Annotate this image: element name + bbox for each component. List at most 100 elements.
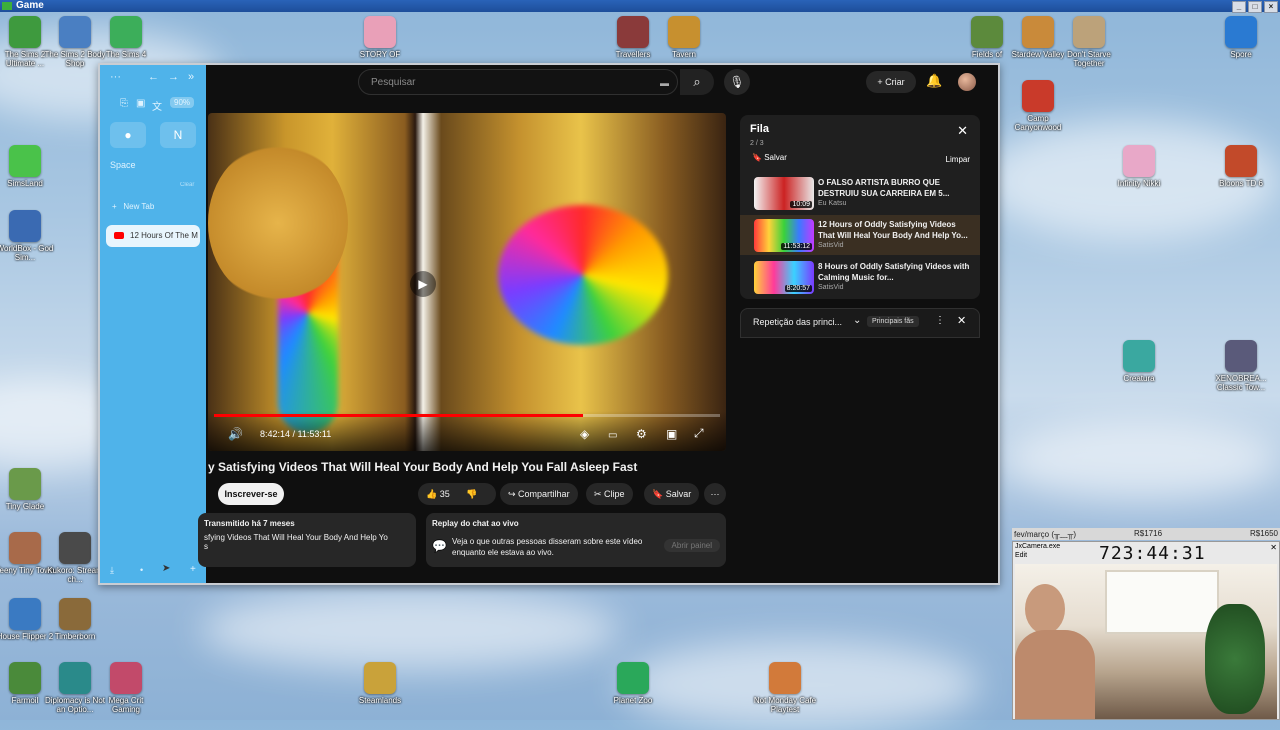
chevron-down-icon[interactable]: ⌄ (853, 315, 861, 326)
top-fans-badge[interactable]: Principais fãs (867, 316, 919, 327)
dot-icon[interactable]: • (140, 565, 143, 575)
forward-icon[interactable]: → (168, 71, 179, 83)
keyboard-icon[interactable]: ▬ (660, 70, 669, 96)
description-box[interactable]: Transmitido há 7 meses sfying Videos Tha… (198, 513, 416, 567)
new-tab-button[interactable]: + New Tab (112, 202, 154, 211)
maximize-icon[interactable]: □ (1248, 1, 1262, 13)
add-icon[interactable]: + (190, 564, 196, 575)
chat-close-icon[interactable]: ✕ (957, 314, 966, 327)
desktop-icon[interactable]: Not Monday Cafe Playtest (753, 662, 817, 714)
queue-item-channel: SatisVid (818, 242, 844, 249)
subscribe-button[interactable]: Inscrever-se (218, 483, 284, 505)
volume-icon[interactable]: 🔊 (228, 427, 243, 441)
link-icon[interactable]: ⎘ (120, 98, 128, 109)
play-icon[interactable]: ▶ (410, 271, 436, 297)
progress-bar[interactable] (214, 414, 720, 417)
close-queue-icon[interactable]: ✕ (957, 123, 968, 139)
clip-button[interactable]: ✂ Clipe (586, 483, 633, 505)
desktop-icon[interactable]: Planet Zoo (601, 662, 665, 705)
clear-tabs-button[interactable]: Clear (180, 182, 194, 188)
desktop-icon[interactable]: Camp Canyonwood (1006, 80, 1070, 132)
search-button[interactable]: ⌕ (680, 69, 714, 95)
back-icon[interactable]: ← (148, 71, 159, 83)
desktop-icon[interactable]: XENOBREA... Classic Tow... (1209, 340, 1273, 392)
desktop-icon[interactable]: Infinity Nikki (1107, 145, 1171, 188)
translate-icon[interactable]: 文 (152, 98, 162, 113)
video-player[interactable]: ▶ 🔊 8:42:14 / 11:53:11 ◈ ▭ ⚙ ▣ ⤢ (208, 113, 726, 451)
desktop-icon-label: Spore (1230, 50, 1252, 59)
desktop-icon[interactable]: Creatura (1107, 340, 1171, 383)
sponsor-icon[interactable]: ◈ (580, 427, 589, 441)
queue-item[interactable]: 8:20:57 8 Hours of Oddly Satisfying Video… (740, 257, 980, 297)
bell-icon[interactable]: 🔔 (926, 73, 942, 89)
cam-close-icon[interactable]: ✕ (1270, 543, 1277, 552)
subtitles-icon[interactable]: ▭ (608, 430, 617, 441)
app-icon (1123, 145, 1155, 177)
queue-duration: 10:09 (790, 201, 812, 208)
chat-more-icon[interactable]: ⋮ (935, 315, 945, 326)
desktop-icon[interactable]: STORY OF (348, 16, 412, 59)
mic-icon[interactable]: 🎙 (724, 69, 750, 95)
collapse-sidebar-icon[interactable]: » (188, 71, 194, 83)
chat-icon: 💬 (432, 539, 447, 553)
stream-status-bar: fev/março (╥﹏╥) R$1716 R$1650 (1012, 528, 1280, 540)
cam-menu[interactable]: Edit (1015, 552, 1027, 559)
queue-count: 2 / 3 (750, 140, 764, 147)
fullscreen-icon[interactable]: ⤢ (694, 426, 704, 441)
theater-icon[interactable]: ▣ (666, 427, 677, 441)
avatar[interactable] (958, 73, 976, 91)
desktop-icon[interactable]: WorldBox - God Sim... (0, 210, 57, 262)
app-icon (1225, 145, 1257, 177)
chat-replay-text-2: enquanto ele estava ao vivo. (452, 548, 554, 557)
search-input[interactable]: Pesquisar ▬ (358, 69, 678, 95)
queue-duration: 8:20:57 (784, 285, 812, 292)
queue-item[interactable]: 10:09 O FALSO ARTISTA BURRO QUE DESTRUIU … (740, 173, 980, 213)
more-actions-icon[interactable]: ⋯ (704, 483, 726, 505)
desktop-icon[interactable]: Mega Crit Gaming (94, 662, 158, 714)
plants (1205, 604, 1265, 714)
queue-item[interactable]: 11:53:12 12 Hours of Oddly Satisfying Vid… (740, 215, 980, 255)
app-icon (1022, 16, 1054, 48)
desktop-icon-label: Camp Canyonwood (1014, 114, 1062, 132)
desktop-icon[interactable]: Bloons TD 6 (1209, 145, 1273, 188)
download-icon[interactable]: ⤓ (110, 565, 114, 576)
streamed-date: Transmitido há 7 meses (204, 519, 295, 528)
save-button[interactable]: 🔖 Salvar (644, 483, 700, 505)
create-button[interactable]: + Criar (866, 71, 916, 93)
desktop-icon[interactable]: The Sims 4 (94, 16, 158, 59)
desktop-icon-label: The Sims 4 (105, 50, 147, 59)
settings-icon[interactable]: ⚙ (636, 427, 647, 441)
zoom-level[interactable]: 90% (170, 97, 195, 108)
chat-replay-box: Replay do chat ao vivo 💬 Veja o que outr… (426, 513, 726, 567)
desktop-icon[interactable]: Don't Starve Together (1057, 16, 1121, 68)
desktop-icon[interactable]: Timberborn (43, 598, 107, 641)
desktop-icon-label: XENOBREA... Classic Tow... (1215, 374, 1267, 392)
queue-title: Fila (750, 123, 769, 135)
github-icon[interactable]: ● (110, 122, 146, 148)
queue-save-button[interactable]: 🔖 Salvar (752, 153, 787, 162)
open-panel-button[interactable]: Abrir painel (663, 539, 720, 552)
queue-clear-button[interactable]: Limpar (946, 155, 970, 164)
sidebar-tab-youtube[interactable]: 12 Hours Of The M (106, 225, 200, 247)
chat-replay-text-1: Veja o que outras pessoas disseram sobre… (452, 537, 643, 546)
desktop-icon[interactable]: SimsLand (0, 145, 57, 188)
screenshot-icon[interactable]: ▣ (136, 98, 145, 109)
minimize-icon[interactable]: _ (1232, 1, 1246, 13)
like-button[interactable]: 👍 35 (426, 489, 450, 499)
queue-thumbnail: 10:09 (754, 177, 814, 210)
share-button[interactable]: ↪ Compartilhar (500, 483, 578, 505)
desktop-icon[interactable]: Spore (1209, 16, 1273, 59)
chat-title[interactable]: Repetição das princi... (753, 317, 842, 327)
app-icon (668, 16, 700, 48)
close-icon[interactable]: × (1264, 1, 1278, 13)
notion-icon[interactable]: N (160, 122, 196, 148)
app-icon (110, 16, 142, 48)
desktop-icon[interactable]: Tavern (652, 16, 716, 59)
search-placeholder: Pesquisar (371, 77, 416, 88)
dislike-icon[interactable]: 👎 (466, 489, 477, 499)
person-head (1025, 584, 1065, 634)
chat-panel-header: Repetição das princi... ⌄ Principais fãs… (740, 308, 980, 338)
desktop-icon[interactable]: Steamlands (348, 662, 412, 705)
desktop-icon[interactable]: Tiny Glade (0, 468, 57, 511)
more-icon[interactable]: ··· (110, 71, 121, 83)
